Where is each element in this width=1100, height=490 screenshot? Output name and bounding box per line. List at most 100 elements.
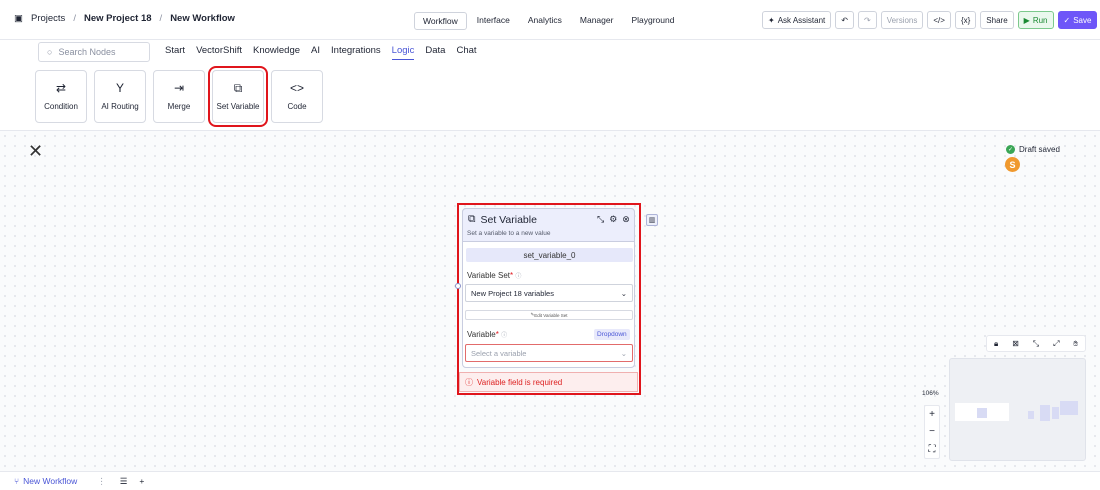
projects-icon[interactable]: ▣ (14, 13, 23, 24)
variable-set-select[interactable]: New Project 18 variables ⌄ (465, 284, 633, 302)
node-title-text: Set Variable (480, 213, 537, 226)
search-placeholder: Search Nodes (58, 47, 116, 57)
chevron-down-icon: ⌄ (620, 288, 627, 298)
share-button[interactable]: Share (980, 11, 1014, 29)
set-variable-icon: ⧉ (233, 81, 243, 95)
category-ai[interactable]: AI (311, 45, 320, 60)
node-actions: ⤡ ⚙ ⊗ (597, 214, 630, 225)
variable-set-label-text: Variable Set (467, 271, 510, 280)
expand-icon[interactable]: ⤢ (1053, 339, 1059, 349)
save-icon: ✓ (1063, 15, 1071, 25)
close-icon[interactable]: ⊗ (622, 214, 630, 225)
collapse-icon[interactable]: ⤡ (597, 214, 604, 225)
node-label: Code (287, 102, 307, 111)
category-logic[interactable]: Logic (391, 45, 415, 60)
search-icon: ○ (47, 47, 53, 57)
panel-icon[interactable]: ▥ (646, 214, 658, 226)
node-set-variable[interactable]: ⧉ Set Variable (208, 66, 268, 127)
variable-set-value: New Project 18 variables (471, 288, 554, 298)
workflow-tab[interactable]: ⑂ New Workflow (14, 476, 77, 486)
zoom-in-icon[interactable]: + (929, 409, 935, 420)
embed-button[interactable]: </> (927, 11, 951, 29)
variable-placeholder: Select a variable (471, 348, 527, 358)
node-title: ⧉ Set Variable (468, 213, 537, 226)
tab-workflow[interactable]: Workflow (414, 12, 467, 30)
save-button[interactable]: ✓ Save (1057, 11, 1098, 29)
more-icon[interactable]: ⋮ (97, 476, 106, 487)
variables-button[interactable]: {x} (954, 11, 977, 29)
list-icon[interactable]: ☰ (120, 476, 128, 487)
hand-icon[interactable]: ✋︎ (1073, 339, 1078, 349)
variable-select[interactable]: Select a variable ⌄ (465, 344, 633, 362)
workflow-tab-label: New Workflow (23, 476, 78, 486)
edit-variable-set-button[interactable]: ✎ Edit Variable Set (465, 310, 633, 320)
save-label: Save (1073, 15, 1092, 25)
breadcrumb: ▣ Projects / New Project 18 / New Workfl… (14, 13, 235, 24)
breadcrumb-workflow[interactable]: New Workflow (170, 13, 235, 24)
node-condition[interactable]: ⇄ Condition (35, 70, 87, 123)
search-input[interactable]: ○ Search Nodes (38, 42, 150, 62)
minimap-node (1052, 407, 1059, 419)
redo-button[interactable]: ↷ (857, 11, 877, 29)
info-icon: ⓘ (501, 333, 508, 339)
node-merge[interactable]: ⇥ Merge (153, 70, 205, 123)
node-name[interactable]: set_variable_0 (466, 248, 633, 262)
minimap[interactable] (949, 358, 1086, 461)
bottom-bar: ⑂ New Workflow ⋮ ☰ + (0, 471, 1100, 490)
minimap-node (977, 408, 987, 418)
undo-icon: ↶ (841, 15, 848, 25)
shrink-icon[interactable]: ⤡ (1033, 339, 1039, 349)
error-text: Variable field is required (477, 377, 563, 387)
gear-icon[interactable]: ⚙ (609, 214, 617, 225)
dropdown-badge[interactable]: Dropdown (594, 329, 630, 340)
share-label: Share (986, 15, 1008, 25)
workflow-icon: ⑂ (14, 476, 20, 486)
run-button[interactable]: ▶ Run (1017, 11, 1054, 29)
avatar[interactable]: S (1005, 157, 1020, 172)
undo-button[interactable]: ↶ (835, 11, 854, 29)
tab-manager[interactable]: Manager (572, 12, 622, 30)
condition-icon: ⇄ (55, 81, 67, 95)
category-start[interactable]: Start (165, 45, 185, 60)
tab-analytics[interactable]: Analytics (520, 12, 570, 30)
versions-label: Versions (886, 15, 918, 25)
error-message: ⓘ Variable field is required (459, 372, 638, 392)
node-palette: ⇄ Condition Y AI Routing ⇥ Merge ⧉ Set Varia… (35, 66, 323, 127)
category-chat[interactable]: Chat (456, 45, 476, 60)
breadcrumb-projects[interactable]: Projects (31, 13, 65, 24)
variable-label: Variable* ⓘ (467, 330, 507, 339)
check-icon: ✓ (1006, 145, 1015, 154)
alert-icon: ⓘ (465, 377, 473, 387)
fullscreen-icon[interactable]: ⛶ (929, 444, 936, 455)
input-handle[interactable] (455, 283, 461, 289)
minimap-node (1028, 411, 1034, 419)
category-vectorshift[interactable]: VectorShift (196, 45, 242, 60)
tab-playground[interactable]: Playground (623, 12, 682, 30)
chevron-down-icon: ⌄ (620, 348, 627, 358)
run-label: Run (1032, 15, 1048, 25)
zoom-out-icon[interactable]: − (929, 426, 935, 437)
close-icon[interactable]: ✕ (28, 141, 43, 162)
draft-label: Draft saved (1019, 145, 1060, 154)
zoom-level: 106% (922, 390, 939, 397)
draft-status: ✓ Draft saved (1006, 145, 1060, 154)
breadcrumb-project[interactable]: New Project 18 (84, 13, 152, 24)
node-ai-routing[interactable]: Y AI Routing (94, 70, 146, 123)
category-tabs: Start VectorShift Knowledge AI Integrati… (165, 45, 477, 60)
tab-interface[interactable]: Interface (469, 12, 518, 30)
variable-label-text: Variable (467, 330, 496, 339)
lock-icon[interactable]: 🔒︎ (994, 339, 998, 349)
node-code[interactable]: <> Code (271, 70, 323, 123)
category-knowledge[interactable]: Knowledge (253, 45, 300, 60)
versions-button[interactable]: Versions (880, 11, 924, 29)
page: ▣ Projects / New Project 18 / New Workfl… (0, 0, 1100, 490)
node-label: Condition (44, 102, 78, 111)
fit-icon[interactable]: ⊠ (1012, 339, 1019, 348)
category-data[interactable]: Data (425, 45, 445, 60)
merge-icon: ⇥ (173, 81, 185, 95)
ask-assistant-button[interactable]: ✦ Ask Assistant (762, 11, 832, 29)
category-integrations[interactable]: Integrations (331, 45, 381, 60)
canvas-toolbar: 🔒︎ ⊠ ⤡ ⤢ ✋︎ (986, 335, 1086, 352)
zoom-controls: + − ⛶ (924, 405, 940, 459)
add-tab-icon[interactable]: + (139, 476, 144, 486)
